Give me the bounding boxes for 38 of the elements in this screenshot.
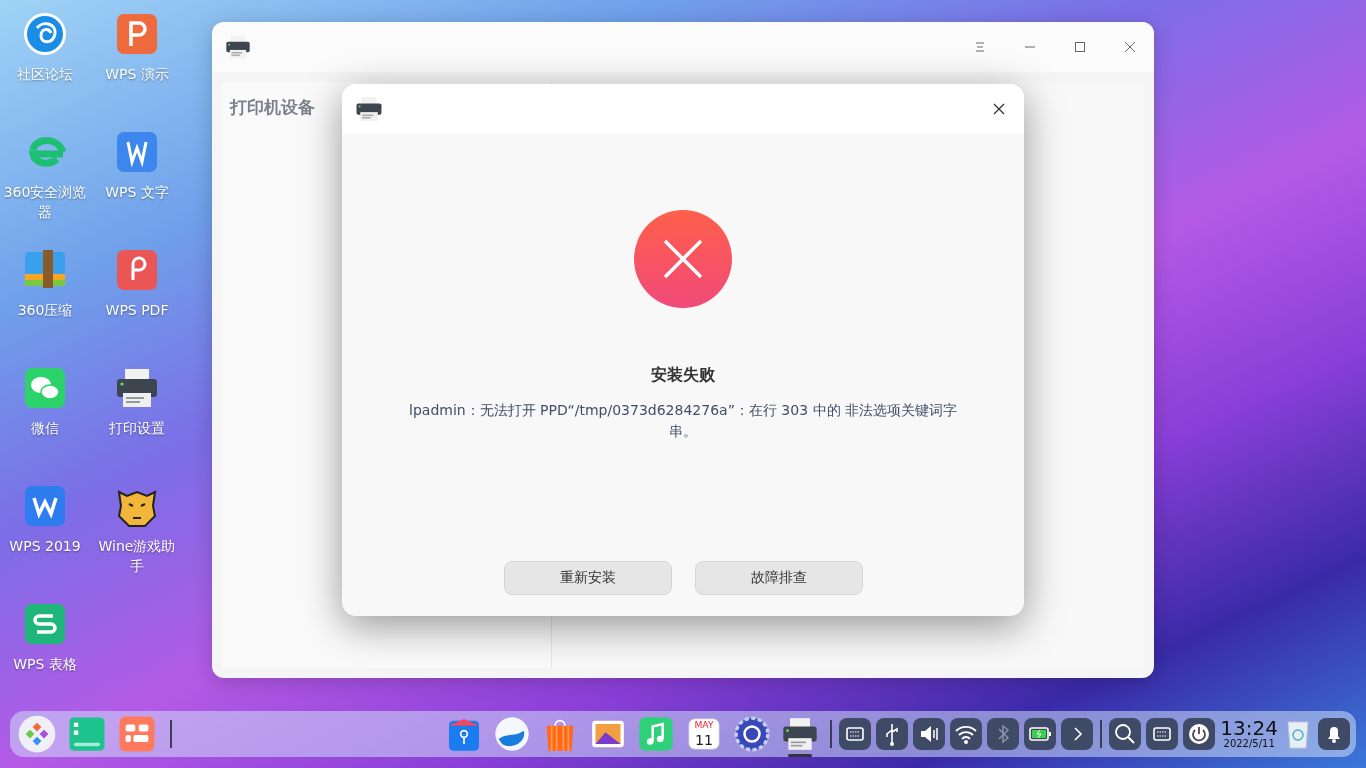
printer-icon <box>354 94 384 124</box>
notification-icon[interactable] <box>1318 718 1350 750</box>
clock-time[interactable]: 13:24 <box>1220 718 1278 738</box>
sidebar-title: 打印机设备 <box>230 96 315 119</box>
desktop-shortcut[interactable]: WPS 2019 <box>0 482 90 556</box>
desktop-shortcut[interactable]: WPS 演示 <box>92 10 182 84</box>
volume-icon[interactable] <box>913 718 946 750</box>
search-icon[interactable] <box>1109 718 1142 750</box>
keyboard-icon[interactable] <box>839 718 872 750</box>
wifi-icon[interactable] <box>950 718 983 750</box>
keyboard-icon[interactable] <box>1146 718 1179 750</box>
wave-logo-icon[interactable] <box>492 714 532 754</box>
reinstall-button[interactable]: 重新安装 <box>503 561 672 595</box>
music-note-icon[interactable] <box>636 714 676 754</box>
error-icon <box>633 209 733 309</box>
launcher-icon[interactable] <box>16 713 58 755</box>
usb-icon[interactable] <box>876 718 909 750</box>
desktop-shortcut[interactable]: 打印设置 <box>92 364 182 438</box>
clock-date[interactable]: 2022/5/11 <box>1223 738 1275 750</box>
maximize-icon[interactable] <box>1072 39 1088 55</box>
desktop-shortcut[interactable]: 360压缩 <box>0 246 90 320</box>
battery-icon[interactable] <box>1024 718 1057 750</box>
desktop-shortcut[interactable]: WPS 文字 <box>92 128 182 202</box>
close-icon[interactable] <box>991 101 1007 117</box>
dialog-title: 安装失败 <box>651 365 715 386</box>
desktop-shortcut[interactable]: WPS PDF <box>92 246 182 320</box>
error-message: lpadmin：无法打开 PPD“/tmp/0373d6284276a”：在行 303 中的 非法选项关键词字串。 <box>408 401 958 441</box>
power-icon[interactable] <box>1183 718 1216 750</box>
swirl-logo-icon <box>21 10 69 58</box>
desktop-shortcut[interactable]: Wine游戏助手 <box>92 482 182 576</box>
desktop-shortcut[interactable]: WPS 表格 <box>0 600 90 674</box>
troubleshoot-button[interactable]: 故障排查 <box>694 561 863 595</box>
desktop-shortcut[interactable]: 微信 <box>0 364 90 438</box>
chevron-right-icon[interactable] <box>1061 718 1094 750</box>
gear-icon[interactable] <box>732 714 772 754</box>
desktop-shortcut[interactable]: 360安全浏览器 <box>0 128 90 222</box>
printer-icon <box>224 33 252 61</box>
close-icon[interactable] <box>1122 39 1138 55</box>
